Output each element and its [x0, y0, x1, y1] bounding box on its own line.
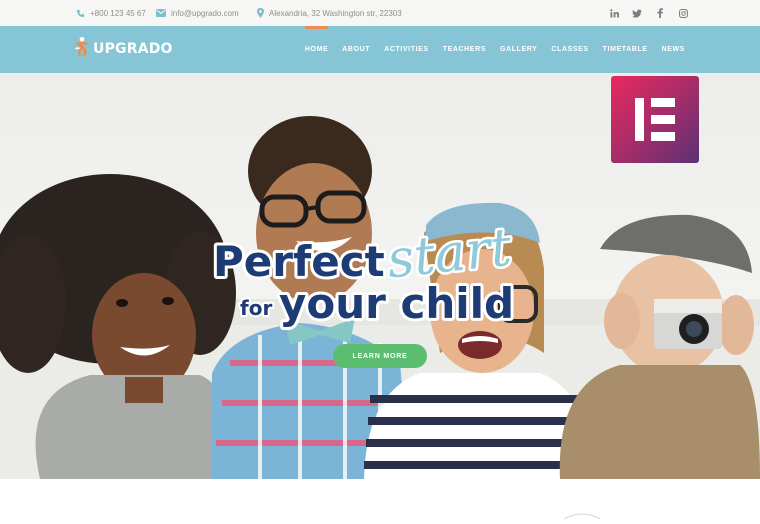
email-address: info@upgrado.com: [171, 8, 239, 18]
logo-mark-icon: [73, 36, 91, 63]
elementor-logo-icon: [635, 98, 675, 141]
phone-contact[interactable]: +800 123 45 67: [76, 0, 146, 26]
nav-menu: HOME ABOUT ACTIVITIES TEACHERS GALLERY C…: [304, 26, 685, 73]
site-logo[interactable]: UPGRADO: [73, 36, 173, 63]
instagram-icon[interactable]: [677, 7, 689, 19]
elementor-badge: [611, 76, 699, 163]
nav-item-gallery[interactable]: GALLERY: [500, 26, 537, 73]
top-bar: +800 123 45 67 info@upgrado.com Alexandr…: [0, 0, 760, 26]
email-contact[interactable]: info@upgrado.com: [156, 0, 239, 26]
address-contact: Alexandria, 32 Washington str, 22303: [257, 0, 402, 26]
nav-item-timetable[interactable]: TIMETABLE: [603, 26, 648, 73]
facebook-icon[interactable]: [654, 7, 666, 19]
nav-item-teachers[interactable]: TEACHERS: [443, 26, 486, 73]
main-navigation: UPGRADO HOME ABOUT ACTIVITIES TEACHERS G…: [0, 26, 760, 73]
social-links: [608, 0, 689, 26]
nav-item-activities[interactable]: ACTIVITIES: [384, 26, 429, 73]
content-section: [0, 479, 760, 520]
street-address: Alexandria, 32 Washington str, 22303: [269, 8, 402, 18]
nav-item-home[interactable]: HOME: [304, 26, 329, 73]
phone-icon: [76, 9, 85, 18]
linkedin-icon[interactable]: [608, 7, 620, 19]
learn-more-button[interactable]: LEARN MORE: [333, 344, 427, 368]
nav-item-about[interactable]: ABOUT: [342, 26, 370, 73]
nav-item-classes[interactable]: CLASSES: [551, 26, 588, 73]
section-decoration: [563, 513, 601, 520]
envelope-icon: [156, 9, 166, 17]
map-pin-icon: [257, 8, 264, 18]
logo-wordmark: UPGRADO: [93, 41, 173, 57]
twitter-icon[interactable]: [631, 7, 643, 19]
phone-number: +800 123 45 67: [90, 8, 146, 18]
nav-item-news[interactable]: NEWS: [662, 26, 685, 73]
